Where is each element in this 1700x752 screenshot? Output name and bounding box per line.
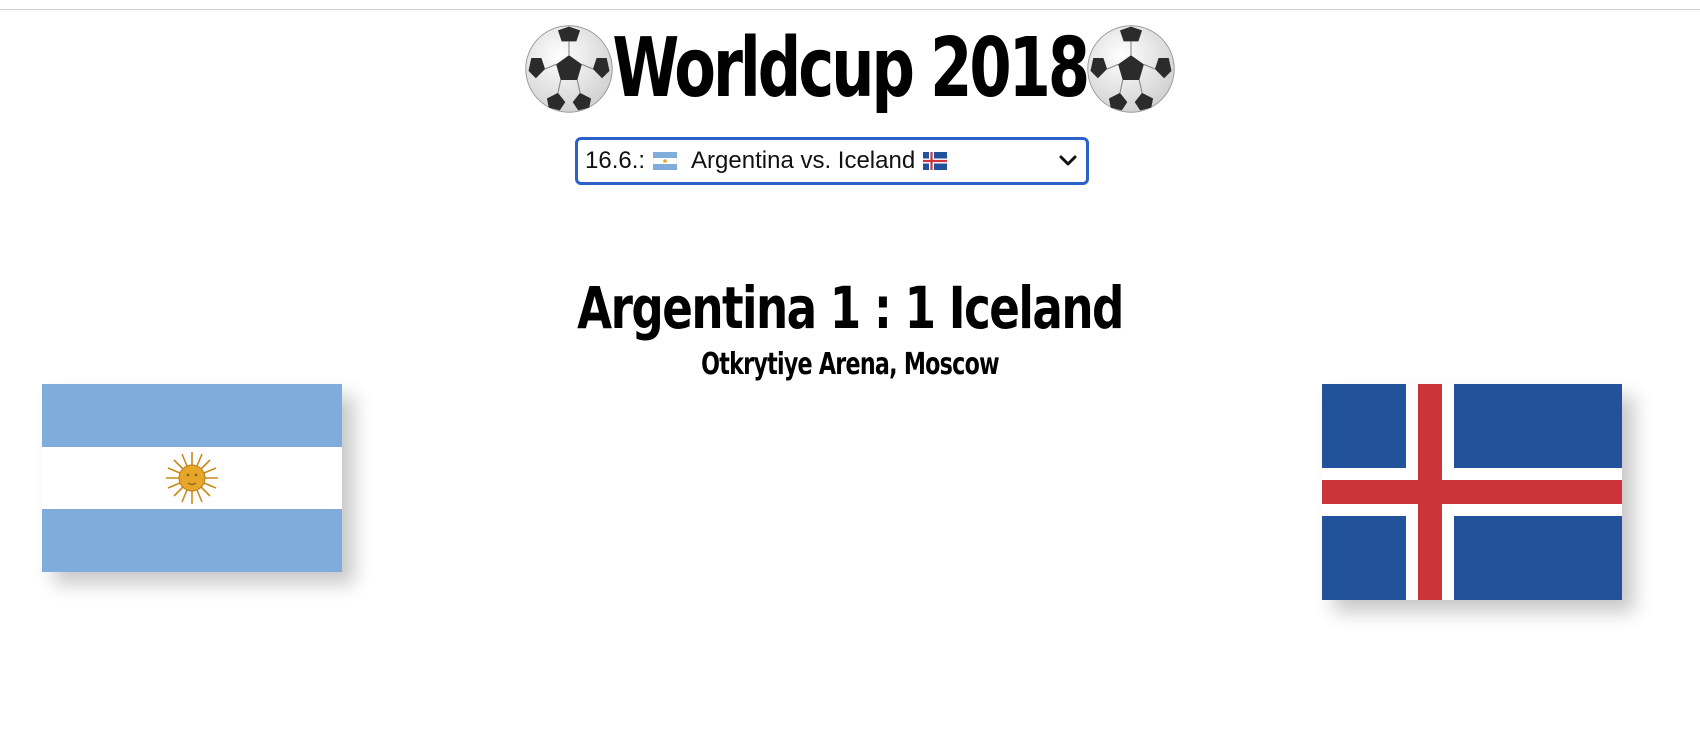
score-separator: : xyxy=(873,274,892,342)
soccer-ball-icon xyxy=(525,25,613,113)
iceland-flag xyxy=(1322,384,1622,600)
away-score: 1 xyxy=(904,274,936,342)
argentina-flag-icon xyxy=(653,152,678,170)
match-date: 16.6.: xyxy=(585,147,646,174)
home-score: 1 xyxy=(829,274,861,342)
match-select[interactable]: 16.6.: Argentina vs. Iceland xyxy=(575,137,1089,185)
match-score: Argentina 1 : 1 Iceland xyxy=(187,270,1513,346)
page-header: Worldcup 2018 xyxy=(0,16,1700,122)
chevron-down-icon[interactable] xyxy=(1058,152,1078,170)
argentina-flag xyxy=(42,384,342,572)
away-team: Iceland xyxy=(948,274,1125,342)
match-venue: Otkrytiye Arena, Moscow xyxy=(701,347,999,382)
soccer-ball-icon xyxy=(1087,25,1175,113)
home-team: Argentina xyxy=(577,274,817,342)
top-border xyxy=(0,9,1700,10)
iceland-flag-icon xyxy=(923,152,948,170)
match-teams: Argentina vs. Iceland xyxy=(691,147,916,174)
page-title: Worldcup 2018 xyxy=(612,21,1091,116)
